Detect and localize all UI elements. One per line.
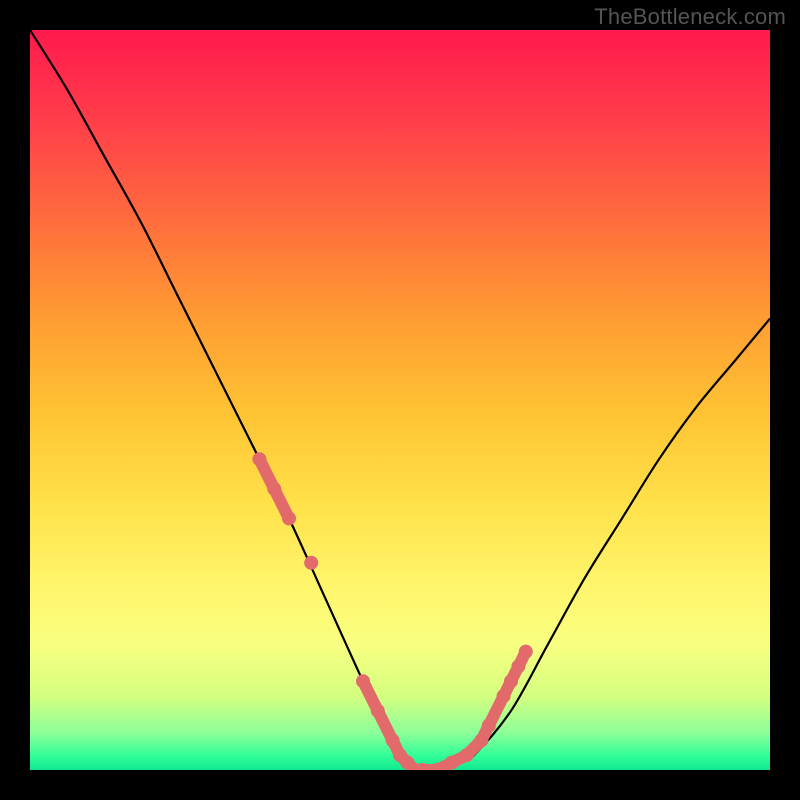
marker-point <box>497 689 511 703</box>
bottleneck-curve <box>30 30 770 770</box>
marker-point <box>511 659 525 673</box>
curve-layer <box>30 30 770 770</box>
marker-point <box>267 482 281 496</box>
marker-point <box>460 748 474 762</box>
marker-point <box>445 756 459 770</box>
marker-point <box>252 452 266 466</box>
marker-point <box>304 556 318 570</box>
marker-point <box>474 733 488 747</box>
marker-point <box>282 511 296 525</box>
marker-point <box>356 674 370 688</box>
watermark-text: TheBottleneck.com <box>594 4 786 30</box>
marker-point <box>504 674 518 688</box>
marker-point <box>371 704 385 718</box>
marker-point <box>519 645 533 659</box>
marker-point <box>386 733 400 747</box>
marker-group <box>252 452 532 770</box>
chart-frame: TheBottleneck.com <box>0 0 800 800</box>
plot-area <box>30 30 770 770</box>
marker-point <box>482 719 496 733</box>
